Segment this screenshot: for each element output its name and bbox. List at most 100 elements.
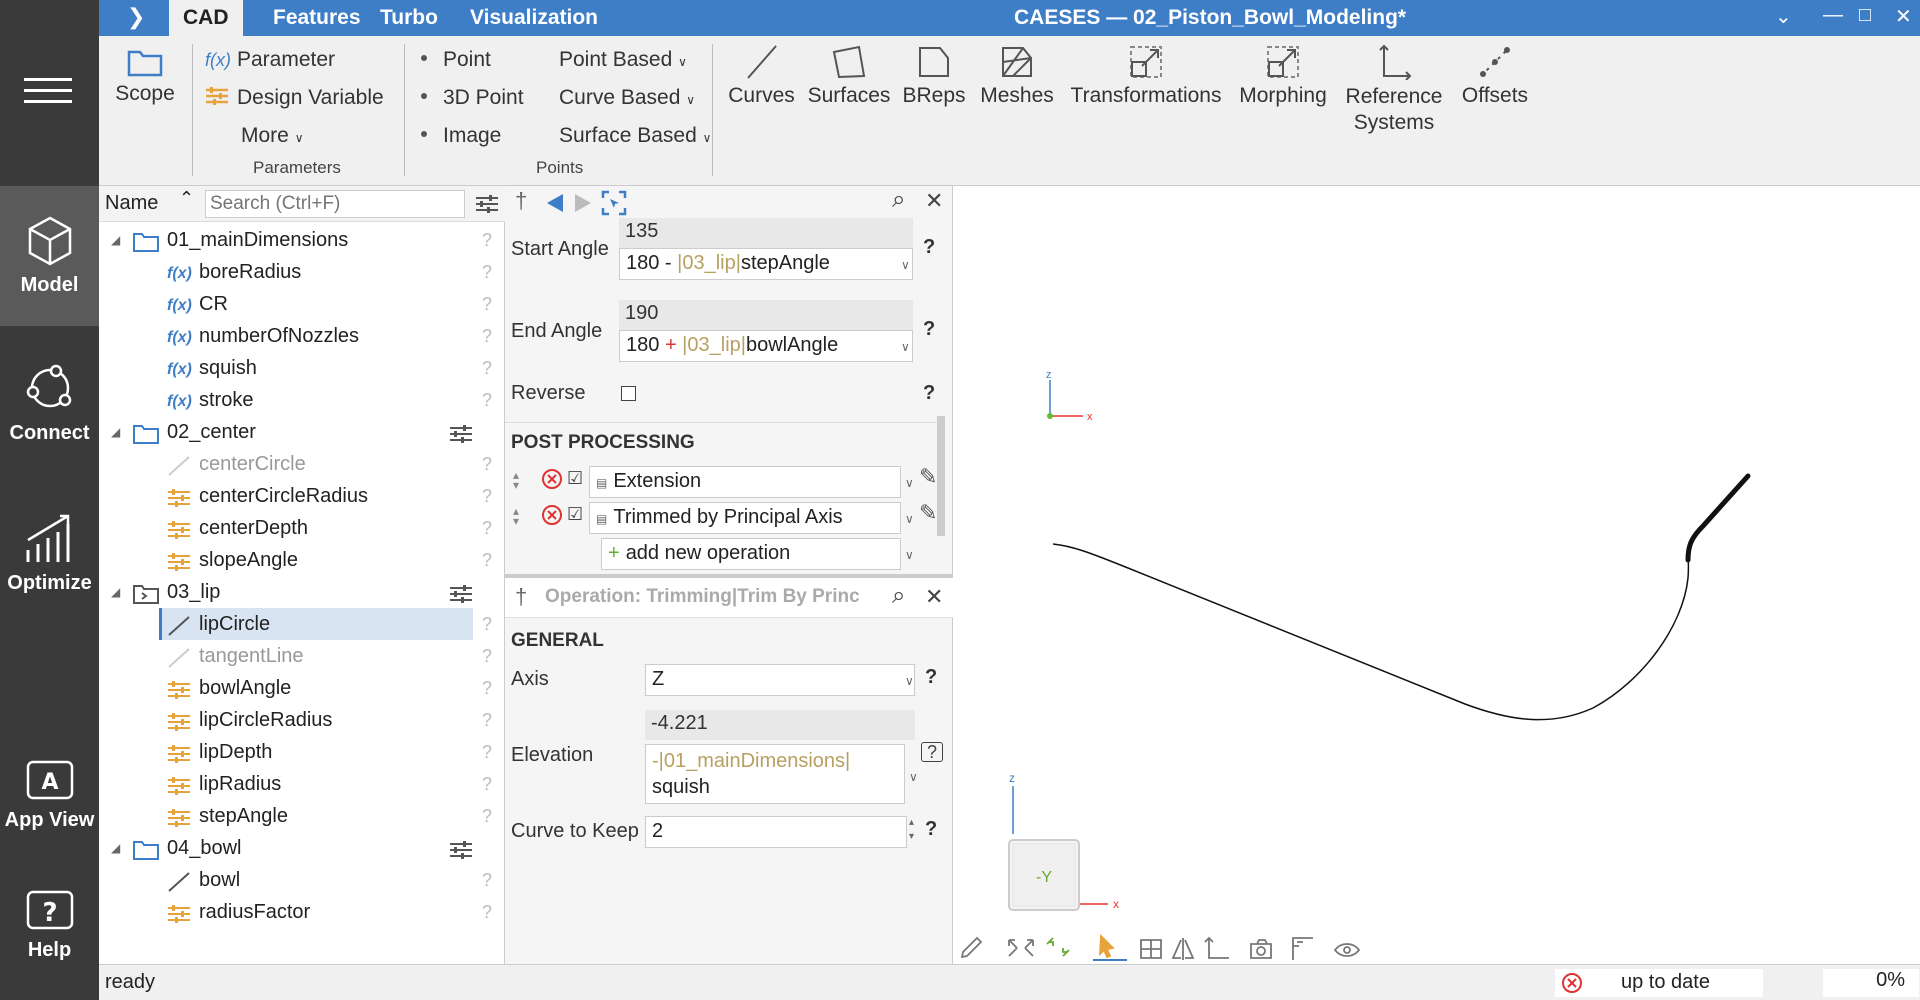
operation-enabled-checkbox[interactable]: ☑ — [567, 504, 583, 525]
surfaces-button[interactable]: Surfaces — [807, 44, 891, 108]
operation-enabled-checkbox[interactable]: ☑ — [567, 468, 583, 489]
surface-based-dropdown[interactable]: Surface Based ∨ — [559, 124, 711, 148]
tree-item-help[interactable]: ? — [482, 224, 492, 256]
maximize-icon[interactable]: □ — [1859, 4, 1871, 27]
meshes-button[interactable]: Meshes — [977, 44, 1057, 108]
tree-item-help[interactable]: ? — [482, 608, 492, 640]
dimension-icon[interactable] — [1292, 937, 1313, 960]
fit-all-icon[interactable] — [1008, 939, 1034, 957]
chevron-down-icon[interactable]: ∨ — [901, 258, 910, 272]
tree-item[interactable]: ◢ 03_lip — [99, 576, 505, 608]
tree-item[interactable]: lipCircleRadius? — [99, 704, 505, 736]
mirror-icon[interactable] — [1171, 938, 1195, 960]
image-button[interactable]: Image — [421, 124, 501, 148]
nav-connect[interactable]: Connect — [0, 340, 99, 480]
reorder-handle-icon[interactable]: ▴ ▾ — [513, 505, 519, 527]
start-angle-help[interactable]: ? — [923, 236, 935, 259]
tree-item-help[interactable]: ? — [482, 512, 492, 544]
tree-item-help[interactable]: ? — [482, 640, 492, 672]
tree-item[interactable]: f(x) squish? — [99, 352, 505, 384]
tree-item-help[interactable]: ? — [482, 448, 492, 480]
zoom-selection-icon[interactable] — [1046, 937, 1070, 957]
tab-features[interactable]: Features — [259, 0, 375, 36]
tree-item[interactable]: ◢ 01_mainDimensions? — [99, 224, 505, 256]
start-angle-expression-input[interactable]: 180 - |03_lip|stepAngle — [619, 248, 913, 280]
nav-model[interactable]: Model — [0, 186, 99, 326]
tree-item[interactable]: lipRadius? — [99, 768, 505, 800]
tree-item[interactable]: centerCircleRadius? — [99, 480, 505, 512]
curve-based-dropdown[interactable]: Curve Based ∨ — [559, 86, 695, 110]
chevron-down-icon[interactable]: ∨ — [901, 340, 910, 354]
sort-up-icon[interactable]: ⌃ — [179, 188, 194, 209]
tree-item-help[interactable]: ? — [482, 800, 492, 832]
curve-keep-help[interactable]: ? — [925, 818, 937, 841]
collapse-triangle-icon[interactable]: ◢ — [111, 224, 120, 256]
grid-view-icon[interactable] — [1140, 939, 1162, 959]
axis-select[interactable]: Z — [645, 664, 915, 696]
update-status-box[interactable]: up to date — [1555, 969, 1763, 997]
tree-item[interactable]: centerDepth? — [99, 512, 505, 544]
view-cube[interactable]: -Y — [1008, 839, 1080, 911]
scope-button[interactable]: Scope — [115, 46, 175, 106]
back-arrow-icon[interactable] — [545, 192, 565, 214]
tree-item[interactable]: centerCircle? — [99, 448, 505, 480]
operation-trimmed[interactable]: ▤ Trimmed by Principal Axis — [589, 502, 901, 534]
pin-icon[interactable]: † — [515, 188, 527, 214]
tab-visualization[interactable]: Visualization — [456, 0, 612, 36]
remove-operation-icon[interactable] — [541, 504, 563, 526]
chevron-down-icon[interactable]: ∨ — [905, 548, 914, 562]
tree-item[interactable]: ◢ 02_center — [99, 416, 505, 448]
end-angle-help[interactable]: ? — [923, 318, 935, 341]
tree-item[interactable]: radiusFactor? — [99, 896, 505, 928]
remove-operation-icon[interactable] — [541, 468, 563, 490]
tree-item[interactable]: lipDepth? — [99, 736, 505, 768]
chevron-down-icon[interactable]: ∨ — [905, 476, 914, 490]
design-variable-button[interactable]: Design Variable — [205, 86, 384, 110]
operation-extension[interactable]: ▤ Extension — [589, 466, 901, 498]
close-operation-icon[interactable]: ✕ — [925, 584, 943, 610]
spinner-icon[interactable]: ▴ ▾ — [909, 816, 914, 844]
draw-pencil-icon[interactable] — [960, 936, 983, 959]
tree-item[interactable]: lipCircle? — [99, 608, 505, 640]
tree-item-help[interactable]: ? — [482, 320, 492, 352]
chevron-down-icon[interactable]: ∨ — [905, 512, 914, 526]
add-operation-dropdown[interactable]: + add new operation — [601, 538, 901, 570]
expression-help-icon[interactable]: ? — [921, 742, 943, 762]
tree-item-help[interactable]: ? — [482, 288, 492, 320]
tree-item-help[interactable]: ? — [482, 256, 492, 288]
point3d-button[interactable]: 3D Point — [421, 86, 524, 110]
edit-pencil-icon[interactable]: ✎ — [919, 500, 937, 526]
collapse-triangle-icon[interactable]: ◢ — [111, 416, 120, 448]
chevron-down-icon[interactable]: ∨ — [905, 674, 914, 688]
reference-systems-button[interactable]: Reference Systems — [1339, 44, 1449, 136]
reorder-handle-icon[interactable]: ▴ ▾ — [513, 469, 519, 491]
editor-scrollbar[interactable] — [937, 416, 945, 536]
nav-help[interactable]: ? Help — [0, 875, 99, 1000]
reverse-checkbox[interactable] — [621, 386, 636, 401]
reverse-help[interactable]: ? — [923, 382, 935, 405]
tree-item-help[interactable]: ? — [482, 384, 492, 416]
tree-item[interactable]: stepAngle? — [99, 800, 505, 832]
select-arrow-icon[interactable] — [1098, 933, 1115, 959]
search-icon[interactable]: ⌕ — [892, 186, 905, 214]
visibility-eye-icon[interactable] — [1333, 943, 1361, 957]
offsets-button[interactable]: Offsets — [1455, 44, 1535, 108]
tree-item-help[interactable]: ? — [482, 736, 492, 768]
tree-item[interactable]: f(x) boreRadius? — [99, 256, 505, 288]
select-target-icon[interactable] — [601, 190, 627, 216]
close-editor-icon[interactable]: ✕ — [925, 188, 943, 214]
chevron-down-icon[interactable]: ∨ — [909, 770, 918, 784]
hamburger-menu-icon[interactable] — [24, 70, 72, 110]
tree-item-help[interactable]: ? — [482, 864, 492, 896]
tree-item-help[interactable]: ? — [482, 672, 492, 704]
collapse-triangle-icon[interactable]: ◢ — [111, 832, 120, 864]
filter-sliders-icon[interactable] — [475, 194, 499, 214]
elevation-expression-input[interactable]: -|01_mainDimensions| squish — [645, 744, 905, 804]
breps-button[interactable]: BReps — [899, 44, 969, 108]
transformations-button[interactable]: Transformations — [1065, 44, 1227, 108]
tree-item-help[interactable]: ? — [482, 768, 492, 800]
tree-item[interactable]: slopeAngle? — [99, 544, 505, 576]
point-button[interactable]: Point — [421, 48, 491, 72]
parameter-button[interactable]: f(x) Parameter — [205, 48, 335, 72]
tree-item[interactable]: f(x) stroke? — [99, 384, 505, 416]
